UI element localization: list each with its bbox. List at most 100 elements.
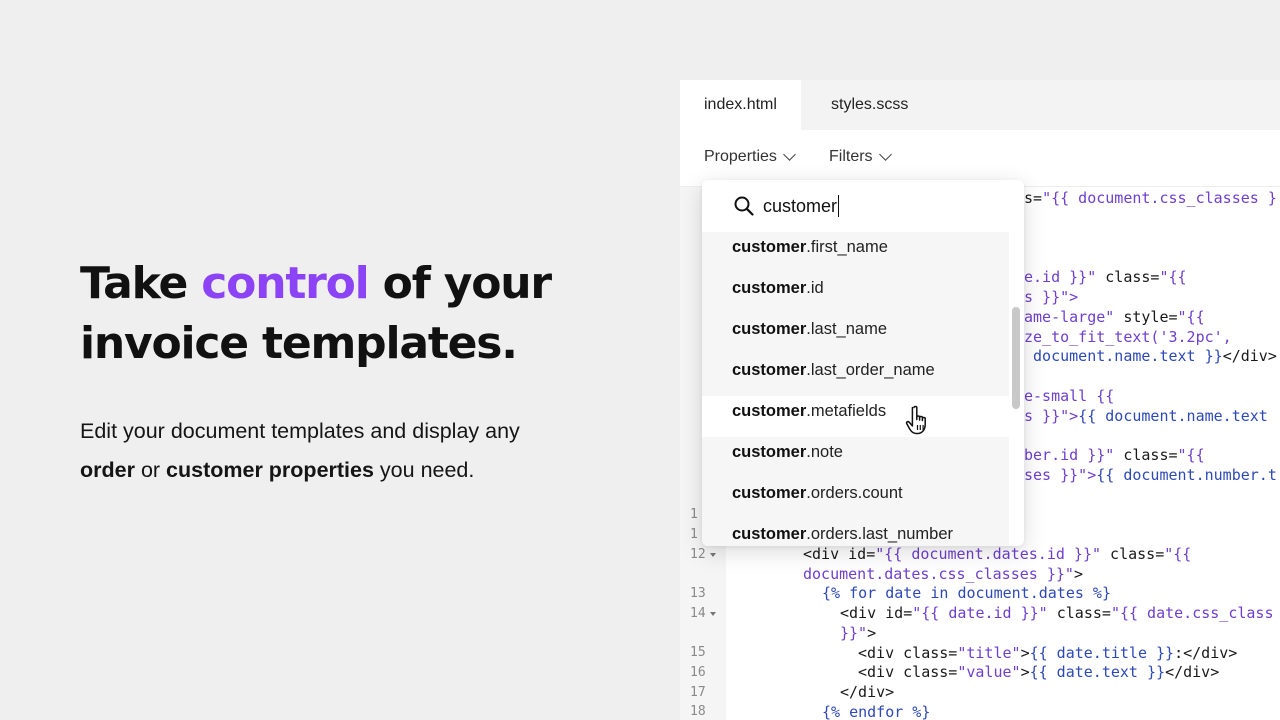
filters-label: Filters xyxy=(829,148,873,165)
property-item-hovered[interactable]: customer.metafields xyxy=(702,396,1009,437)
property-rest: .note xyxy=(806,443,843,461)
hero-desc-order: order xyxy=(80,458,135,482)
line-number: 16 xyxy=(690,665,706,680)
code-token: {% endfor %} xyxy=(822,703,931,720)
property-match: customer xyxy=(732,443,807,461)
code-token: <div id= xyxy=(803,545,876,563)
hero-desc-or: or xyxy=(134,458,167,482)
code-line: }}"> xyxy=(840,623,876,643)
code-token: </div> xyxy=(1222,347,1277,365)
code-line: e-small {{ xyxy=(1024,386,1114,406)
code-token: s }}"> xyxy=(1024,288,1079,306)
code-line: s }}">{{ document.name.text xyxy=(1024,406,1268,426)
line-number-value: 12 xyxy=(690,547,706,562)
properties-dropdown-button[interactable]: Properties xyxy=(704,148,796,166)
code-token: <div class= xyxy=(858,663,958,681)
tab-index-html[interactable]: index.html xyxy=(680,80,801,130)
code-line: </div> xyxy=(840,682,894,702)
properties-label: Properties xyxy=(704,148,777,165)
line-number: 13 xyxy=(690,586,706,601)
property-match: customer xyxy=(732,238,807,256)
code-token: </div> xyxy=(1165,663,1220,681)
dropdown-scrollbar[interactable] xyxy=(1012,307,1020,409)
code-token: s }}"> xyxy=(1024,407,1079,425)
code-token: e.id }}" xyxy=(1024,268,1097,286)
property-item[interactable]: customer.last_order_name xyxy=(702,355,1009,396)
property-match: customer xyxy=(732,402,807,420)
code-token: document.name.text }} xyxy=(1024,347,1223,365)
code-token: ze_to_fit_text('3.2pc', xyxy=(1024,328,1232,346)
fold-arrow-icon[interactable] xyxy=(709,611,716,616)
code-line: {% for date in document.dates %} xyxy=(822,583,1111,603)
property-match: customer xyxy=(732,320,807,338)
property-item[interactable]: customer.last_name xyxy=(702,314,1009,355)
code-token: "{{ xyxy=(1177,446,1205,464)
hero-title: Take control of your invoice templates. xyxy=(80,254,640,374)
properties-dropdown-menu: customer customer.first_name customer.id… xyxy=(702,180,1024,546)
code-token: ses }}"> xyxy=(1024,466,1097,484)
code-token: ber.id }}" xyxy=(1024,446,1115,464)
property-match: customer xyxy=(732,361,807,379)
search-input[interactable]: customer xyxy=(763,195,840,217)
property-rest: .orders.last_number xyxy=(806,525,954,543)
code-token: "{{ xyxy=(1164,545,1192,563)
code-line: <div id="{{ document.dates.id }}" class=… xyxy=(803,544,1191,564)
code-line: {% endfor %} xyxy=(822,702,930,720)
code-token: {{ date.text }} xyxy=(1029,663,1166,681)
code-line: <div class="value">{{ date.text }}</div> xyxy=(858,662,1219,682)
code-line: <div id="{{ date.id }}" class="{{ date.c… xyxy=(840,603,1274,623)
file-tabs: index.html styles.scss xyxy=(680,80,1280,130)
code-token: s= xyxy=(1024,189,1043,207)
code-token: <div id= xyxy=(840,604,913,622)
property-item[interactable]: customer.orders.last_number xyxy=(702,519,1009,546)
hero-title-line2: invoice templates. xyxy=(80,318,518,369)
code-token: > xyxy=(1020,644,1030,662)
hero-title-accent: control xyxy=(201,258,369,309)
hero-title-pre: Take xyxy=(80,258,202,309)
property-rest: .last_name xyxy=(806,320,887,338)
property-item[interactable]: customer.first_name xyxy=(702,232,1009,273)
chevron-down-icon xyxy=(878,148,892,161)
code-token: "{{ document.css_classes } xyxy=(1042,189,1277,207)
property-match: customer xyxy=(732,484,807,502)
code-line: s }}"> xyxy=(1024,287,1078,307)
line-number: 18 xyxy=(690,704,706,719)
property-item[interactable]: customer.id xyxy=(702,273,1009,314)
hero-title-post: of your xyxy=(368,258,552,309)
code-token: > xyxy=(1020,663,1030,681)
code-line: ber.id }}" class="{{ xyxy=(1024,445,1205,465)
line-number: 17 xyxy=(690,685,706,700)
filters-dropdown-button[interactable]: Filters xyxy=(829,148,892,166)
code-line: s="{{ document.css_classes } xyxy=(1024,188,1277,208)
property-item[interactable]: customer.orders.count xyxy=(702,478,1009,519)
hero-desc-customer-properties: customer properties xyxy=(166,458,374,482)
line-number: 1 xyxy=(690,527,698,542)
line-number-value: 14 xyxy=(690,606,706,621)
code-token: {% for date in document.dates %} xyxy=(822,584,1111,602)
code-token: {{ document.name.text xyxy=(1078,407,1268,425)
code-token: <div class= xyxy=(858,644,958,662)
property-rest: .first_name xyxy=(806,238,888,256)
code-token: </div> xyxy=(840,683,895,701)
hero-description: Edit your document templates and display… xyxy=(80,412,640,490)
code-line: e.id }}" class="{{ xyxy=(1024,267,1187,287)
tab-styles-scss[interactable]: styles.scss xyxy=(807,80,932,130)
code-token: "{{ date.id }}" xyxy=(912,604,1048,622)
property-search[interactable]: customer xyxy=(702,180,1024,232)
code-line: ame-large" style="{{ xyxy=(1024,307,1205,327)
code-token: {{ date.title }} xyxy=(1029,644,1175,662)
code-token: "{{ xyxy=(1159,268,1187,286)
code-token: "{{ date.css_class xyxy=(1110,604,1274,622)
property-item[interactable]: customer.note xyxy=(702,437,1009,478)
property-rest: .last_order_name xyxy=(806,361,935,379)
property-rest: .orders.count xyxy=(806,484,903,502)
code-token: "title" xyxy=(957,644,1021,662)
fold-arrow-icon[interactable] xyxy=(709,552,716,557)
code-token: style= xyxy=(1114,308,1178,326)
code-line: ze_to_fit_text('3.2pc', xyxy=(1024,327,1232,347)
code-token: e-small {{ xyxy=(1024,387,1115,405)
code-token: "{{ xyxy=(1177,308,1205,326)
code-token: > xyxy=(867,624,877,642)
line-number: 12 xyxy=(690,547,716,562)
property-match: customer xyxy=(732,525,807,543)
